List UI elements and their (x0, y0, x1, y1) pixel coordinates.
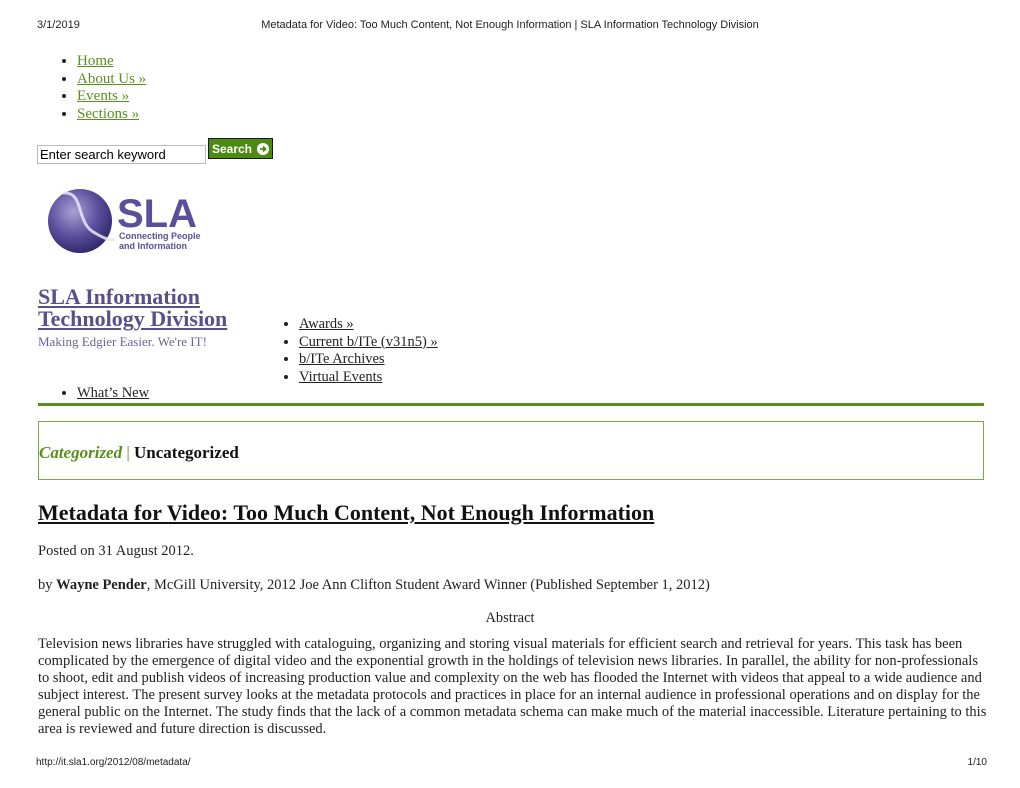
category-line: Categorized | Uncategorized (39, 443, 239, 463)
nav-link-whats-new[interactable]: What’s New (77, 385, 149, 401)
category-prefix: Categorized (39, 443, 123, 462)
nav-item-bite-archives: b/ITe Archives (299, 351, 438, 369)
byline-rest: , McGill University, 2012 Joe Ann Clifto… (146, 577, 710, 593)
nav-item-about: About Us » (77, 71, 146, 89)
post-title[interactable]: Metadata for Video: Too Much Content, No… (38, 500, 654, 526)
site-tagline: Making Edgier Easier. We're IT! (38, 334, 207, 349)
arrow-circle-icon (257, 142, 270, 155)
nav-item-virtual-events: Virtual Events (299, 369, 438, 387)
print-url: http://it.sla1.org/2012/08/metadata/ (36, 757, 191, 768)
nav-item-awards: Awards » (299, 316, 438, 334)
post-date: Posted on 31 August 2012. (38, 543, 194, 559)
logo-sphere-icon (48, 189, 112, 253)
byline-by: by (38, 577, 57, 593)
abstract-text: Television news libraries have struggled… (38, 636, 987, 737)
logo-wordmark: SLA (117, 192, 197, 236)
nav-item-current-bite: Current b/ITe (v31n5) » (299, 334, 438, 352)
nav-link-about[interactable]: About Us » (77, 71, 146, 87)
nav-link-home[interactable]: Home (77, 53, 114, 69)
nav-item-whats-new: What’s New (77, 385, 149, 403)
search-button-label: Search (211, 141, 253, 156)
nav-item-events: Events » (77, 88, 146, 106)
abstract-heading: Abstract (485, 610, 535, 626)
print-title: Metadata for Video: Too Much Content, No… (261, 19, 759, 31)
secondary-nav: Awards » Current b/ITe (v31n5) » b/ITe A… (259, 316, 438, 386)
primary-nav: Home About Us » Events » Sections » (38, 53, 146, 123)
category-separator: | (126, 443, 130, 462)
nav-link-events[interactable]: Events » (77, 88, 129, 104)
category-box: Categorized | Uncategorized (38, 421, 984, 480)
nav-item-sections: Sections » (77, 106, 146, 124)
site-title: SLA Information Technology Division (38, 286, 227, 330)
logo-tagline-1: Connecting People (119, 231, 201, 241)
site-title-link[interactable]: SLA Information Technology Division (38, 284, 227, 331)
nav-item-home: Home (77, 53, 146, 71)
search-input[interactable] (37, 145, 206, 164)
nav-link-current-bite[interactable]: Current b/ITe (v31n5) » (299, 334, 438, 350)
search-button[interactable]: Search (208, 138, 273, 159)
post-author: Wayne Pender (56, 577, 147, 593)
site-title-line2: Technology Division (38, 306, 228, 331)
category-name[interactable]: Uncategorized (134, 443, 239, 462)
nav-link-awards[interactable]: Awards » (299, 316, 354, 332)
nav-link-virtual-events[interactable]: Virtual Events (299, 369, 382, 385)
logo-tagline-2: and Information (119, 241, 187, 251)
print-page-number: 1/10 (967, 757, 987, 768)
nav-link-sections[interactable]: Sections » (77, 106, 139, 122)
sla-logo[interactable]: SLA Connecting People and Information (45, 183, 215, 259)
nav-link-bite-archives[interactable]: b/ITe Archives (299, 351, 385, 367)
header-divider (38, 403, 984, 406)
tertiary-nav: What’s New (38, 385, 149, 403)
post-byline: by Wayne Pender, McGill University, 2012… (38, 577, 710, 594)
